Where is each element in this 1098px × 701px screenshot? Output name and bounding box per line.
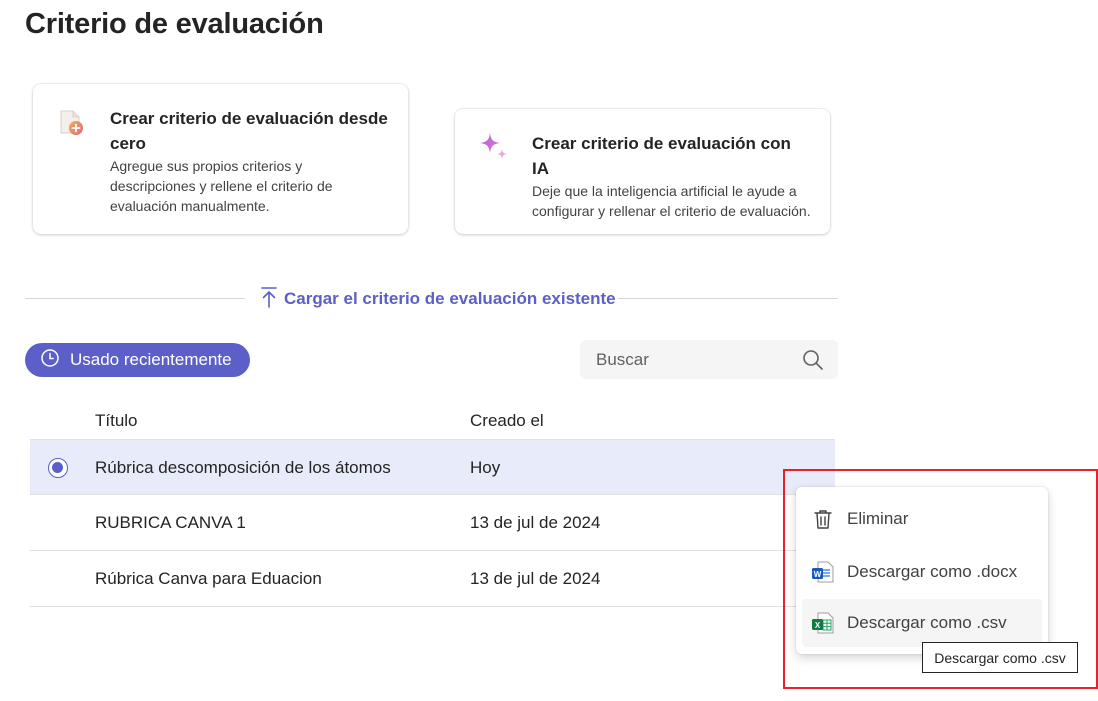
card-description: Agregue sus propios criterios y descripc… (110, 158, 333, 214)
document-plus-icon (55, 106, 87, 138)
recently-used-label: Usado recientemente (70, 350, 232, 369)
table-row[interactable]: Rúbrica Canva para Eduacion 13 de jul de… (30, 551, 835, 607)
row-created: 13 de jul de 2024 (470, 513, 601, 532)
row-created: Hoy (470, 458, 501, 477)
upload-divider: Cargar el criterio de evaluación existen… (25, 286, 838, 313)
page-title: Criterio de evaluación (25, 8, 324, 40)
column-header-title[interactable]: Título (95, 411, 138, 431)
upload-existing-link[interactable]: Cargar el criterio de evaluación existen… (260, 286, 616, 313)
rubric-table: Título Creado el Rúbrica descomposición … (30, 403, 835, 607)
create-with-ai-card[interactable]: Crear criterio de evaluación con IA Deje… (455, 109, 830, 234)
row-title: RUBRICA CANVA 1 (95, 513, 246, 532)
table-row[interactable]: Rúbrica descomposición de los átomos Hoy (30, 439, 835, 495)
clock-icon (40, 348, 60, 373)
create-from-scratch-card[interactable]: Crear criterio de evaluación desde cero … (33, 84, 408, 234)
card-title: Crear criterio de evaluación con IA (532, 134, 791, 178)
row-radio-selected[interactable] (48, 458, 68, 478)
divider (618, 298, 838, 299)
sparkle-icon (477, 131, 509, 163)
card-title: Crear criterio de evaluación desde cero (110, 109, 388, 153)
divider (25, 298, 245, 299)
row-title: Rúbrica Canva para Eduacion (95, 569, 322, 588)
table-row[interactable]: RUBRICA CANVA 1 13 de jul de 2024 (30, 495, 835, 551)
recently-used-button[interactable]: Usado recientemente (25, 343, 250, 377)
upload-link-label: Cargar el criterio de evaluación existen… (284, 289, 616, 308)
table-header: Título Creado el (30, 403, 835, 439)
annotation-highlight-box (783, 469, 1098, 689)
row-created: 13 de jul de 2024 (470, 569, 601, 588)
column-header-created[interactable]: Creado el (470, 411, 544, 431)
arrow-upload-icon (260, 286, 278, 313)
search-box[interactable] (580, 340, 838, 379)
card-description: Deje que la inteligencia artificial le a… (532, 183, 811, 219)
search-input[interactable] (596, 349, 791, 370)
row-title: Rúbrica descomposición de los átomos (95, 458, 391, 477)
search-icon[interactable] (802, 349, 824, 376)
